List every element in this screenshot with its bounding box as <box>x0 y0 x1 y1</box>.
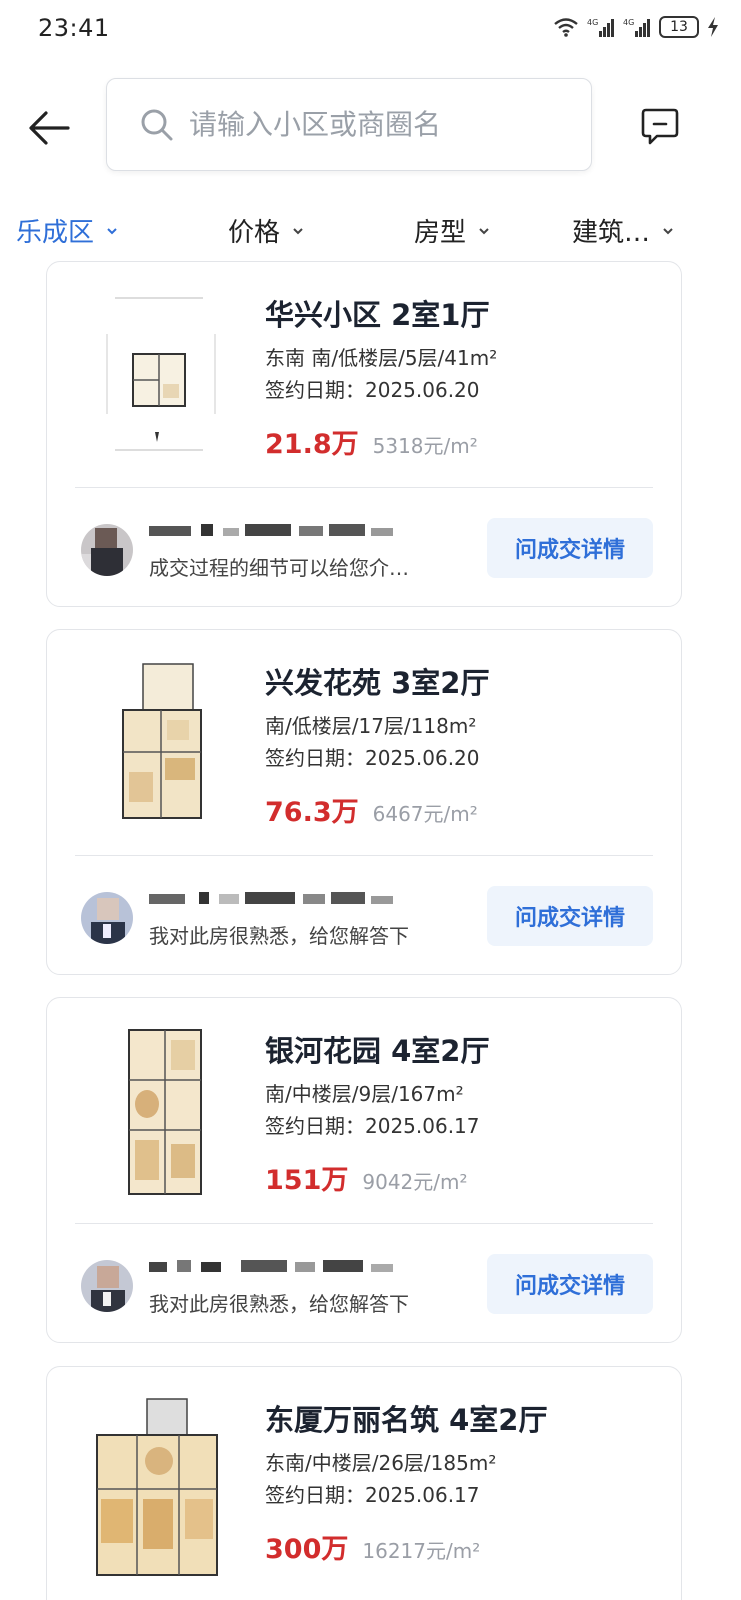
price-row: 21.8万 5318元/m² <box>265 422 478 461</box>
listing-spec: 东南 南/低楼层/5层/41m² <box>265 346 498 370</box>
filter-label: 建筑… <box>572 218 651 248</box>
sign-date: 签约日期：2025.06.17 <box>265 1114 480 1138</box>
sign-date: 签约日期：2025.06.20 <box>265 746 480 770</box>
search-bar[interactable] <box>106 78 592 171</box>
listing-summary[interactable]: 东厦万丽名筑 4室2厅 东南/中楼层/26层/185m² 签约日期：2025.0… <box>47 1367 681 1593</box>
charging-icon <box>708 17 718 37</box>
filter-label: 房型 <box>414 218 467 248</box>
svg-text:4G: 4G <box>623 18 634 27</box>
listing-card: 华兴小区 2室1厅 东南 南/低楼层/5层/41m² 签约日期：2025.06.… <box>46 261 682 607</box>
header <box>0 76 741 176</box>
listing-title: 东厦万丽名筑 4室2厅 <box>265 1403 548 1437</box>
svg-text:4G: 4G <box>587 18 598 27</box>
price-row: 300万 16217元/m² <box>265 1527 480 1566</box>
listing-spec: 南/中楼层/9层/167m² <box>265 1082 464 1106</box>
sign-date: 签约日期：2025.06.20 <box>265 378 480 402</box>
agent-row: 成交过程的细节可以给您介… 问成交详情 <box>47 488 681 608</box>
ask-deal-details-button[interactable]: 问成交详情 <box>487 1254 653 1314</box>
filter-label: 价格 <box>228 218 281 248</box>
filter-label: 乐成区 <box>16 218 95 248</box>
chevron-down-icon <box>479 227 489 234</box>
wifi-icon <box>554 18 578 37</box>
filter-building[interactable]: 建筑… <box>572 212 674 249</box>
listing-title: 华兴小区 2室1厅 <box>265 298 490 332</box>
filter-district[interactable]: 乐成区 <box>16 212 118 249</box>
floor-plan-image <box>106 297 216 451</box>
total-price: 300万 <box>265 1534 349 1565</box>
listing-summary[interactable]: 华兴小区 2室1厅 东南 南/低楼层/5层/41m² 签约日期：2025.06.… <box>47 262 681 488</box>
status-icons: 4G 4G 13 <box>553 16 719 38</box>
agent-row: 我对此房很熟悉，给您解答下 问成交详情 <box>47 1224 681 1344</box>
total-price: 21.8万 <box>265 429 359 460</box>
agent-message: 成交过程的细节可以给您介… <box>149 556 409 580</box>
listing-spec: 南/低楼层/17层/118m² <box>265 714 477 738</box>
listing-title: 兴发花苑 3室2厅 <box>265 666 490 700</box>
signal-icon: 4G <box>587 18 614 37</box>
floor-plan-image <box>128 1029 202 1195</box>
search-icon <box>141 109 173 140</box>
total-price: 151万 <box>265 1165 349 1196</box>
unit-price: 9042元/m² <box>362 1170 468 1194</box>
status-time: 23:41 <box>38 14 110 42</box>
price-row: 151万 9042元/m² <box>265 1158 468 1197</box>
avatar[interactable] <box>81 892 133 944</box>
status-bar: 23:41 4G 4G 13 <box>0 0 741 60</box>
filter-room-type[interactable]: 房型 <box>414 212 490 249</box>
chevron-down-icon <box>107 227 117 234</box>
ask-deal-details-button[interactable]: 问成交详情 <box>487 518 653 578</box>
sign-date: 签约日期：2025.06.17 <box>265 1483 480 1507</box>
ask-deal-details-button[interactable]: 问成交详情 <box>487 886 653 946</box>
floor-plan-image <box>96 1398 218 1576</box>
listing-summary[interactable]: 银河花园 4室2厅 南/中楼层/9层/167m² 签约日期：2025.06.17… <box>47 998 681 1224</box>
listing-summary[interactable]: 兴发花苑 3室2厅 南/低楼层/17层/118m² 签约日期：2025.06.2… <box>47 630 681 856</box>
total-price: 76.3万 <box>265 797 359 828</box>
listing-title: 银河花园 4室2厅 <box>265 1034 490 1068</box>
signal-icon: 4G <box>623 18 650 37</box>
chevron-down-icon <box>663 227 673 234</box>
price-row: 76.3万 6467元/m² <box>265 790 478 829</box>
chevron-down-icon <box>293 227 303 234</box>
floor-plan-image <box>122 663 202 819</box>
search-input[interactable] <box>189 108 579 141</box>
avatar[interactable] <box>81 1260 133 1312</box>
listing-card: 东厦万丽名筑 4室2厅 东南/中楼层/26层/185m² 签约日期：2025.0… <box>46 1366 682 1600</box>
listing-spec: 东南/中楼层/26层/185m² <box>265 1451 497 1475</box>
message-icon[interactable] <box>640 106 680 146</box>
agent-name-blurred <box>149 1260 393 1272</box>
battery-indicator: 13 <box>659 16 699 38</box>
avatar[interactable] <box>81 524 133 576</box>
agent-row: 我对此房很熟悉，给您解答下 问成交详情 <box>47 856 681 976</box>
filter-bar: 乐成区 价格 房型 建筑… <box>0 200 741 258</box>
agent-message: 我对此房很熟悉，给您解答下 <box>149 1292 409 1316</box>
unit-price: 5318元/m² <box>372 434 478 458</box>
agent-name-blurred <box>149 524 393 536</box>
agent-message: 我对此房很熟悉，给您解答下 <box>149 924 409 948</box>
listing-card: 银河花园 4室2厅 南/中楼层/9层/167m² 签约日期：2025.06.17… <box>46 997 682 1343</box>
unit-price: 16217元/m² <box>362 1539 481 1563</box>
filter-price[interactable]: 价格 <box>228 212 304 249</box>
back-arrow-icon[interactable] <box>24 106 74 150</box>
listing-card: 兴发花苑 3室2厅 南/低楼层/17层/118m² 签约日期：2025.06.2… <box>46 629 682 975</box>
unit-price: 6467元/m² <box>372 802 478 826</box>
agent-name-blurred <box>149 892 393 904</box>
